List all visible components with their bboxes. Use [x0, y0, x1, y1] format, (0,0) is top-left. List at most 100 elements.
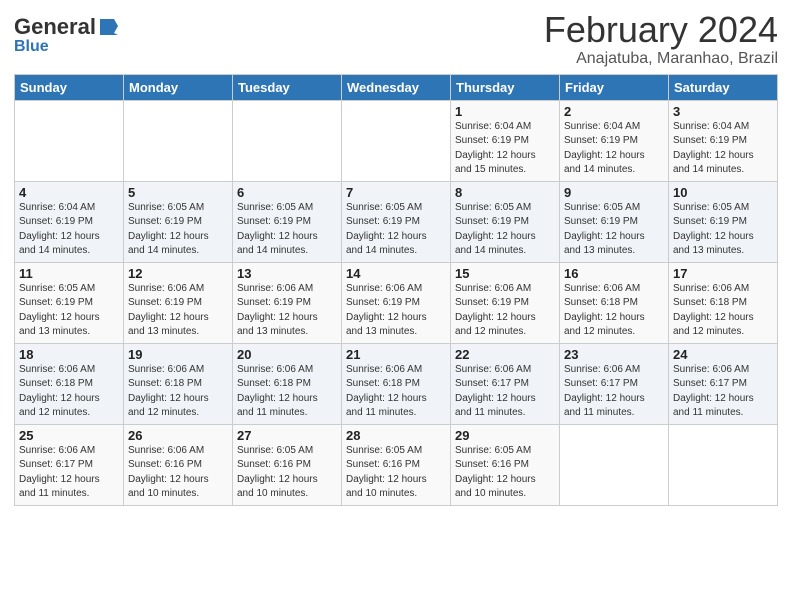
day-number: 25: [19, 428, 119, 443]
day-info: Sunrise: 6:06 AMSunset: 6:18 PMDaylight:…: [564, 282, 664, 340]
day-info: Sunrise: 6:05 AMSunset: 6:16 PMDaylight:…: [237, 444, 337, 502]
day-number: 11: [19, 266, 119, 281]
day-number: 19: [128, 347, 228, 362]
table-row: 10Sunrise: 6:05 AMSunset: 6:19 PMDayligh…: [669, 181, 778, 262]
table-row: 7Sunrise: 6:05 AMSunset: 6:19 PMDaylight…: [342, 181, 451, 262]
day-number: 17: [673, 266, 773, 281]
calendar-subtitle: Anajatuba, Maranhao, Brazil: [544, 50, 778, 68]
header-monday: Monday: [124, 74, 233, 100]
day-number: 14: [346, 266, 446, 281]
table-row: 9Sunrise: 6:05 AMSunset: 6:19 PMDaylight…: [560, 181, 669, 262]
title-block: February 2024 Anajatuba, Maranhao, Brazi…: [544, 10, 778, 68]
header-thursday: Thursday: [451, 74, 560, 100]
table-row: 25Sunrise: 6:06 AMSunset: 6:17 PMDayligh…: [15, 424, 124, 505]
page-container: General Blue February 2024 Anajatuba, Ma…: [0, 0, 792, 516]
day-info: Sunrise: 6:06 AMSunset: 6:18 PMDaylight:…: [237, 363, 337, 421]
day-number: 12: [128, 266, 228, 281]
table-row: 21Sunrise: 6:06 AMSunset: 6:18 PMDayligh…: [342, 343, 451, 424]
day-number: 20: [237, 347, 337, 362]
day-number: 9: [564, 185, 664, 200]
day-info: Sunrise: 6:05 AMSunset: 6:16 PMDaylight:…: [346, 444, 446, 502]
calendar-week-row: 4Sunrise: 6:04 AMSunset: 6:19 PMDaylight…: [15, 181, 778, 262]
day-info: Sunrise: 6:04 AMSunset: 6:19 PMDaylight:…: [19, 201, 119, 259]
table-row: [233, 100, 342, 181]
day-info: Sunrise: 6:05 AMSunset: 6:19 PMDaylight:…: [237, 201, 337, 259]
day-number: 23: [564, 347, 664, 362]
day-number: 18: [19, 347, 119, 362]
day-number: 1: [455, 104, 555, 119]
table-row: [560, 424, 669, 505]
day-info: Sunrise: 6:05 AMSunset: 6:19 PMDaylight:…: [455, 201, 555, 259]
table-row: [124, 100, 233, 181]
header: General Blue February 2024 Anajatuba, Ma…: [14, 10, 778, 68]
day-number: 4: [19, 185, 119, 200]
day-number: 3: [673, 104, 773, 119]
calendar-week-row: 1Sunrise: 6:04 AMSunset: 6:19 PMDaylight…: [15, 100, 778, 181]
table-row: 11Sunrise: 6:05 AMSunset: 6:19 PMDayligh…: [15, 262, 124, 343]
table-row: 1Sunrise: 6:04 AMSunset: 6:19 PMDaylight…: [451, 100, 560, 181]
table-row: 17Sunrise: 6:06 AMSunset: 6:18 PMDayligh…: [669, 262, 778, 343]
day-info: Sunrise: 6:04 AMSunset: 6:19 PMDaylight:…: [564, 120, 664, 178]
table-row: 2Sunrise: 6:04 AMSunset: 6:19 PMDaylight…: [560, 100, 669, 181]
table-row: 24Sunrise: 6:06 AMSunset: 6:17 PMDayligh…: [669, 343, 778, 424]
table-row: 29Sunrise: 6:05 AMSunset: 6:16 PMDayligh…: [451, 424, 560, 505]
table-row: 27Sunrise: 6:05 AMSunset: 6:16 PMDayligh…: [233, 424, 342, 505]
weekday-header-row: Sunday Monday Tuesday Wednesday Thursday…: [15, 74, 778, 100]
table-row: 28Sunrise: 6:05 AMSunset: 6:16 PMDayligh…: [342, 424, 451, 505]
day-info: Sunrise: 6:04 AMSunset: 6:19 PMDaylight:…: [673, 120, 773, 178]
logo-icon: [98, 17, 120, 35]
header-tuesday: Tuesday: [233, 74, 342, 100]
day-number: 13: [237, 266, 337, 281]
day-info: Sunrise: 6:06 AMSunset: 6:17 PMDaylight:…: [673, 363, 773, 421]
day-number: 7: [346, 185, 446, 200]
day-info: Sunrise: 6:05 AMSunset: 6:16 PMDaylight:…: [455, 444, 555, 502]
day-info: Sunrise: 6:06 AMSunset: 6:16 PMDaylight:…: [128, 444, 228, 502]
day-info: Sunrise: 6:05 AMSunset: 6:19 PMDaylight:…: [673, 201, 773, 259]
day-info: Sunrise: 6:06 AMSunset: 6:18 PMDaylight:…: [19, 363, 119, 421]
day-info: Sunrise: 6:06 AMSunset: 6:18 PMDaylight:…: [673, 282, 773, 340]
day-info: Sunrise: 6:06 AMSunset: 6:17 PMDaylight:…: [564, 363, 664, 421]
day-info: Sunrise: 6:06 AMSunset: 6:19 PMDaylight:…: [237, 282, 337, 340]
day-info: Sunrise: 6:06 AMSunset: 6:17 PMDaylight:…: [19, 444, 119, 502]
day-number: 15: [455, 266, 555, 281]
day-number: 21: [346, 347, 446, 362]
table-row: 20Sunrise: 6:06 AMSunset: 6:18 PMDayligh…: [233, 343, 342, 424]
table-row: 15Sunrise: 6:06 AMSunset: 6:19 PMDayligh…: [451, 262, 560, 343]
table-row: [669, 424, 778, 505]
table-row: 14Sunrise: 6:06 AMSunset: 6:19 PMDayligh…: [342, 262, 451, 343]
calendar-week-row: 11Sunrise: 6:05 AMSunset: 6:19 PMDayligh…: [15, 262, 778, 343]
table-row: 4Sunrise: 6:04 AMSunset: 6:19 PMDaylight…: [15, 181, 124, 262]
day-number: 28: [346, 428, 446, 443]
table-row: 12Sunrise: 6:06 AMSunset: 6:19 PMDayligh…: [124, 262, 233, 343]
table-row: 6Sunrise: 6:05 AMSunset: 6:19 PMDaylight…: [233, 181, 342, 262]
day-number: 22: [455, 347, 555, 362]
day-info: Sunrise: 6:05 AMSunset: 6:19 PMDaylight:…: [346, 201, 446, 259]
day-info: Sunrise: 6:05 AMSunset: 6:19 PMDaylight:…: [128, 201, 228, 259]
calendar-week-row: 18Sunrise: 6:06 AMSunset: 6:18 PMDayligh…: [15, 343, 778, 424]
table-row: 26Sunrise: 6:06 AMSunset: 6:16 PMDayligh…: [124, 424, 233, 505]
day-info: Sunrise: 6:06 AMSunset: 6:18 PMDaylight:…: [128, 363, 228, 421]
table-row: 23Sunrise: 6:06 AMSunset: 6:17 PMDayligh…: [560, 343, 669, 424]
day-number: 5: [128, 185, 228, 200]
table-row: 18Sunrise: 6:06 AMSunset: 6:18 PMDayligh…: [15, 343, 124, 424]
logo-general: General: [14, 14, 96, 40]
day-number: 6: [237, 185, 337, 200]
day-info: Sunrise: 6:04 AMSunset: 6:19 PMDaylight:…: [455, 120, 555, 178]
table-row: 16Sunrise: 6:06 AMSunset: 6:18 PMDayligh…: [560, 262, 669, 343]
table-row: 22Sunrise: 6:06 AMSunset: 6:17 PMDayligh…: [451, 343, 560, 424]
day-info: Sunrise: 6:05 AMSunset: 6:19 PMDaylight:…: [564, 201, 664, 259]
day-info: Sunrise: 6:06 AMSunset: 6:18 PMDaylight:…: [346, 363, 446, 421]
calendar-title: February 2024: [544, 10, 778, 50]
table-row: 8Sunrise: 6:05 AMSunset: 6:19 PMDaylight…: [451, 181, 560, 262]
day-number: 29: [455, 428, 555, 443]
day-number: 2: [564, 104, 664, 119]
day-number: 16: [564, 266, 664, 281]
day-number: 8: [455, 185, 555, 200]
day-info: Sunrise: 6:06 AMSunset: 6:17 PMDaylight:…: [455, 363, 555, 421]
day-info: Sunrise: 6:06 AMSunset: 6:19 PMDaylight:…: [346, 282, 446, 340]
logo: General Blue: [14, 14, 120, 56]
calendar-week-row: 25Sunrise: 6:06 AMSunset: 6:17 PMDayligh…: [15, 424, 778, 505]
header-sunday: Sunday: [15, 74, 124, 100]
calendar-table: Sunday Monday Tuesday Wednesday Thursday…: [14, 74, 778, 506]
table-row: 3Sunrise: 6:04 AMSunset: 6:19 PMDaylight…: [669, 100, 778, 181]
